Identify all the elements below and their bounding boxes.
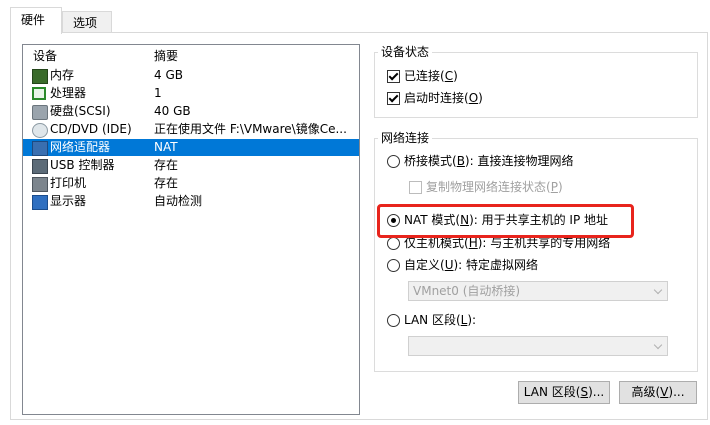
memory-icon — [32, 69, 48, 84]
connected-checkbox[interactable] — [387, 70, 400, 83]
list-header: 设备 摘要 — [23, 48, 359, 65]
device-name: CD/DVD (IDE) — [50, 122, 132, 136]
device-summary: 4 GB — [154, 68, 183, 82]
host-only-radio[interactable] — [387, 237, 400, 250]
network-adapter-icon — [32, 141, 48, 156]
device-row-hard-disk[interactable]: 硬盘(SCSI) 40 GB — [23, 103, 359, 120]
connect-at-power-on-checkbox[interactable] — [387, 92, 400, 105]
device-summary: 40 GB — [154, 104, 191, 118]
device-status-title: 设备状态 — [378, 45, 433, 59]
device-name: USB 控制器 — [50, 158, 115, 172]
device-row-processor[interactable]: 处理器 1 — [23, 85, 359, 102]
header-device[interactable]: 设备 — [33, 48, 57, 65]
connected-label[interactable]: 已连接(C) — [404, 69, 458, 83]
custom-network-select[interactable]: VMnet0 (自动桥接) — [408, 281, 668, 301]
device-name: 处理器 — [50, 86, 87, 100]
header-summary[interactable]: 摘要 — [154, 48, 178, 65]
display-icon — [32, 195, 48, 210]
device-list: 设备 摘要 内存 4 GB 处理器 1 硬盘(SCSI) 40 GB CD/DV… — [22, 44, 360, 415]
tab-options[interactable]: 选项 — [62, 11, 112, 34]
cd-dvd-icon — [32, 123, 48, 138]
device-summary: 1 — [154, 86, 162, 100]
custom-label[interactable]: 自定义(U): 特定虚拟网络 — [404, 258, 538, 272]
hard-disk-icon — [32, 105, 48, 120]
usb-controller-icon — [32, 159, 48, 174]
device-row-printer[interactable]: 打印机 存在 — [23, 175, 359, 192]
processor-icon — [32, 87, 46, 100]
device-row-cd-dvd[interactable]: CD/DVD (IDE) 正在使用文件 F:\VMware\镜像Ce... — [23, 121, 359, 138]
device-summary: 正在使用文件 F:\VMware\镜像Ce... — [154, 122, 347, 136]
printer-icon — [32, 177, 48, 192]
device-name: 显示器 — [50, 194, 87, 208]
device-summary: 存在 — [154, 176, 179, 190]
tab-hardware[interactable]: 硬件 — [10, 7, 62, 34]
connect-at-power-on-label[interactable]: 启动时连接(O) — [404, 91, 483, 105]
advanced-button[interactable]: 高级(V)... — [619, 381, 697, 404]
lan-segment-radio[interactable] — [387, 314, 400, 327]
replicate-state-label[interactable]: 复制物理网络连接状态(P) — [426, 180, 563, 194]
lan-segments-button[interactable]: LAN 区段(S)... — [518, 381, 610, 404]
device-status-group — [374, 52, 698, 118]
device-row-network-adapter[interactable]: 网络适配器 NAT — [23, 139, 359, 156]
device-row-usb-controller[interactable]: USB 控制器 存在 — [23, 157, 359, 174]
nat-highlight-box — [377, 204, 634, 238]
custom-radio[interactable] — [387, 259, 400, 272]
device-name: 打印机 — [50, 176, 87, 190]
device-summary: 自动检测 — [154, 194, 203, 208]
chevron-down-icon — [653, 285, 663, 295]
bridged-label[interactable]: 桥接模式(B): 直接连接物理网络 — [404, 154, 573, 168]
replicate-state-checkbox[interactable] — [409, 181, 422, 194]
host-only-label[interactable]: 仅主机模式(H): 与主机共享的专用网络 — [404, 236, 610, 250]
bridged-radio[interactable] — [387, 155, 400, 168]
lan-segment-label[interactable]: LAN 区段(L): — [404, 313, 476, 327]
device-summary: 存在 — [154, 158, 179, 172]
device-summary: NAT — [154, 140, 178, 154]
chevron-down-icon — [653, 340, 663, 350]
device-name: 网络适配器 — [50, 140, 111, 154]
device-row-display[interactable]: 显示器 自动检测 — [23, 193, 359, 210]
device-row-memory[interactable]: 内存 4 GB — [23, 67, 359, 84]
network-connection-title: 网络连接 — [378, 131, 433, 145]
device-name: 内存 — [50, 68, 75, 82]
lan-segment-select[interactable] — [408, 336, 668, 356]
device-name: 硬盘(SCSI) — [50, 104, 111, 118]
custom-network-value: VMnet0 (自动桥接) — [413, 284, 521, 298]
